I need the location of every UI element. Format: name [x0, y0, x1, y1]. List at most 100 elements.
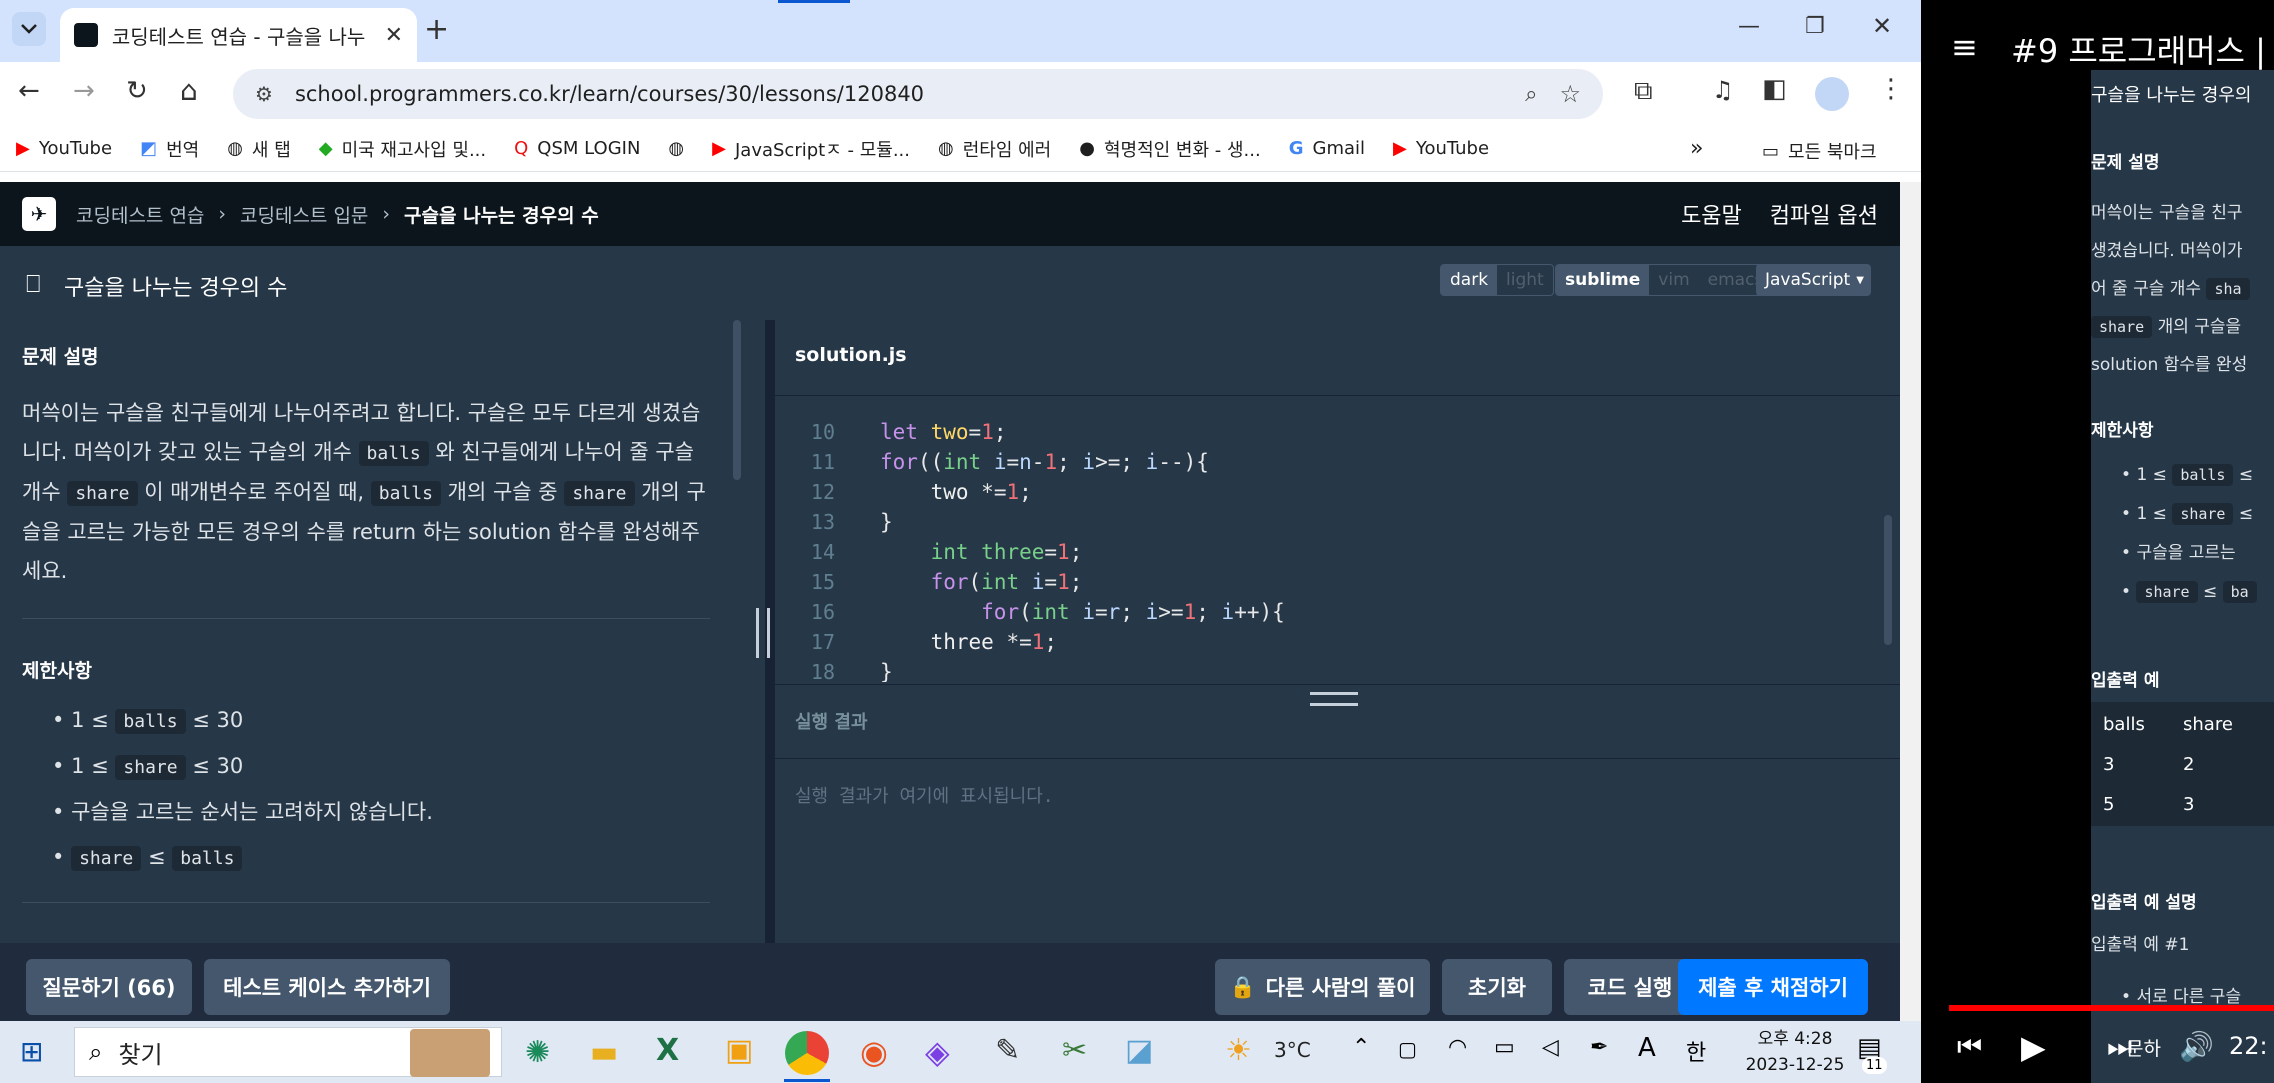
constraints-list: • 1 ≤ balls ≤ 30 • 1 ≤ share ≤ 30 • 구슬을 … [52, 698, 433, 881]
code-editor[interactable]: 10 11 12 13 14 15 16 17 18 let two=1; fo… [775, 420, 1900, 682]
desc-scrollbar[interactable] [733, 320, 741, 480]
address-bar[interactable]: ⚙ school.programmers.co.kr/learn/courses… [233, 69, 1603, 119]
all-bookmarks[interactable]: ▭ 모든 북마크 [1762, 138, 1877, 164]
keymap-vim[interactable]: vim [1649, 265, 1698, 295]
line-number: 17 [810, 630, 835, 654]
breadcrumb-item[interactable]: 코딩테스트 입문 [240, 201, 368, 228]
caret-down-icon: ▼ [1856, 274, 1864, 286]
bookmark-item[interactable]: ▶ YouTube [16, 138, 112, 159]
side-panel-icon[interactable]: ◧ [1762, 74, 1787, 104]
volume-icon[interactable]: 🔊 [2179, 1030, 2214, 1063]
bookmark-item[interactable]: ▶ YouTube [1393, 138, 1489, 159]
bookmark-item[interactable]: ◩ 번역 [140, 136, 199, 162]
battery-icon[interactable]: ▭ [1494, 1035, 1515, 1060]
cheat-engine-icon[interactable]: ✎ [995, 1033, 1020, 1068]
bookmark-item[interactable]: ● 혁명적인 변화 - 생... [1079, 136, 1260, 162]
chevron-right-icon: › [218, 203, 227, 225]
line-number: 15 [810, 570, 835, 594]
ime-a[interactable]: A [1638, 1033, 1656, 1063]
frame-frag: ≤ [2238, 504, 2254, 524]
play-icon[interactable]: ▶ [2021, 1028, 2046, 1066]
bookmark-item[interactable]: ▶ JavaScriptㅈ - 모듈... [712, 136, 910, 162]
splitter-handle-icon[interactable] [756, 608, 770, 658]
forward-icon[interactable]: → [73, 76, 95, 106]
back-icon[interactable]: ← [18, 76, 40, 106]
bookmark-icon[interactable]: ⎕ [26, 270, 40, 298]
reload-icon[interactable]: ↻ [126, 76, 148, 106]
chatgpt-icon[interactable]: ✺ [525, 1035, 550, 1070]
programmers-logo[interactable]: ✈ [22, 197, 56, 231]
problem-title: 구슬을 나누는 경우의 수 [64, 276, 288, 301]
compile-options-link[interactable]: 컴파일 옵션 [1770, 198, 1878, 230]
url-text[interactable]: school.programmers.co.kr/learn/courses/3… [295, 82, 1503, 106]
theme-light[interactable]: light [1497, 265, 1553, 295]
file-explorer-icon[interactable]: ▬ [590, 1035, 618, 1070]
visual-studio-icon[interactable]: ◈ [925, 1033, 950, 1071]
active-tab[interactable]: 코딩테스트 연습 - 구슬을 나누 ✕ [60, 8, 417, 62]
video-progress-bar[interactable] [1949, 1005, 2274, 1011]
media-icon[interactable]: ♫ [1712, 76, 1734, 104]
notes-icon[interactable]: ▣ [725, 1033, 753, 1068]
ime-hangul[interactable]: 한 [1686, 1035, 1706, 1067]
ubuntu-icon[interactable]: ◉ [860, 1033, 888, 1071]
run-code-button[interactable]: 코드 실행 [1564, 959, 1696, 1015]
site-info-icon[interactable]: ⚙ [255, 82, 273, 106]
add-test-case-button[interactable]: 테스트 케이스 추가하기 [204, 959, 450, 1015]
clock[interactable]: 오후 4:28 2023-12-25 [1735, 1026, 1855, 1078]
logo-bird-icon: ✈ [30, 202, 48, 226]
breadcrumb: 코딩테스트 연습 › 코딩테스트 입문 › 구슬을 나누는 경우의 수 [76, 201, 599, 228]
others-solution-button[interactable]: 🔒 다른 사람의 풀이 [1215, 959, 1430, 1015]
app-icon[interactable]: ◪ [1125, 1033, 1153, 1068]
wifi-icon[interactable]: ◠ [1448, 1035, 1467, 1060]
resize-handle-icon[interactable] [1310, 692, 1358, 706]
playlist-icon[interactable]: ≡ [1951, 28, 1978, 66]
temperature: 3°C [1274, 1038, 1311, 1062]
bookmark-item[interactable]: ◆ 미국 재고사입 및... [319, 136, 486, 162]
reset-button[interactable]: 초기화 [1442, 959, 1552, 1015]
theme-dark[interactable]: dark [1441, 265, 1498, 295]
bookmark-item[interactable]: ◍ [668, 138, 684, 159]
keymap-sublime[interactable]: sublime [1556, 265, 1650, 295]
home-icon[interactable]: ⌂ [180, 74, 198, 107]
volume-icon[interactable]: ◁ [1542, 1035, 1559, 1060]
bookmark-item[interactable]: G Gmail [1289, 138, 1365, 159]
video-player[interactable]: ≡ #9 프로그래머스 | 구슬을 나누는 경우의 문제 설명 머쓱이는 구슬을… [1921, 0, 2274, 1083]
google-icon: G [1288, 138, 1304, 159]
bookmark-item[interactable]: ◍ 새 탭 [227, 136, 291, 162]
language-value: JavaScript [1765, 270, 1851, 290]
bookmark-star-icon[interactable]: ☆ [1559, 80, 1581, 108]
breadcrumb-item[interactable]: 코딩테스트 연습 [76, 201, 204, 228]
tab-search-button[interactable] [12, 12, 46, 46]
profile-avatar[interactable] [1815, 77, 1849, 111]
meet-icon[interactable]: ▢ [1398, 1037, 1417, 1061]
zoom-icon[interactable]: ⌕ [1525, 82, 1537, 107]
lock-icon: 🔒 [1229, 974, 1256, 999]
bookmark-item[interactable]: ◍ 런타임 에러 [938, 136, 1051, 162]
window-close-icon[interactable]: ✕ [1872, 12, 1892, 40]
editor-scrollbar[interactable] [1884, 515, 1892, 645]
new-tab-icon[interactable]: + [424, 12, 449, 47]
frame-heading: 입출력 예 [2091, 671, 2160, 691]
previous-icon[interactable]: ⏮ [1957, 1030, 1982, 1064]
pen-icon[interactable]: ✒ [1590, 1035, 1608, 1060]
editor-header: solution.js [775, 320, 1900, 396]
tab-close-icon[interactable]: ✕ [385, 23, 403, 48]
tool-icon[interactable]: ✂ [1062, 1033, 1087, 1068]
language-select[interactable]: JavaScript ▼ [1756, 264, 1871, 296]
extensions-icon[interactable]: ⧉ [1634, 76, 1653, 107]
restore-icon[interactable]: ❐ [1805, 14, 1825, 39]
minimize-icon[interactable]: — [1738, 14, 1760, 39]
tray-chevron-icon[interactable]: ⌃ [1352, 1035, 1370, 1060]
bookmark-item[interactable]: Q QSM LOGIN [514, 138, 640, 159]
menu-icon[interactable]: ⋮ [1878, 74, 1904, 104]
windows-start-icon[interactable]: ⊞ [20, 1035, 43, 1068]
submit-button[interactable]: 제출 후 채점하기 [1678, 959, 1868, 1015]
help-link[interactable]: 도움말 [1681, 198, 1742, 230]
chrome-icon[interactable] [785, 1031, 829, 1075]
more-bookmarks-icon[interactable]: » [1690, 136, 1703, 161]
excel-icon[interactable]: X [656, 1033, 679, 1068]
table-cell: 3 [2103, 754, 2115, 775]
page-scrollbar[interactable] [1900, 182, 1921, 1021]
question-button[interactable]: 질문하기 (66) [26, 959, 192, 1015]
code-share: share [67, 481, 138, 506]
